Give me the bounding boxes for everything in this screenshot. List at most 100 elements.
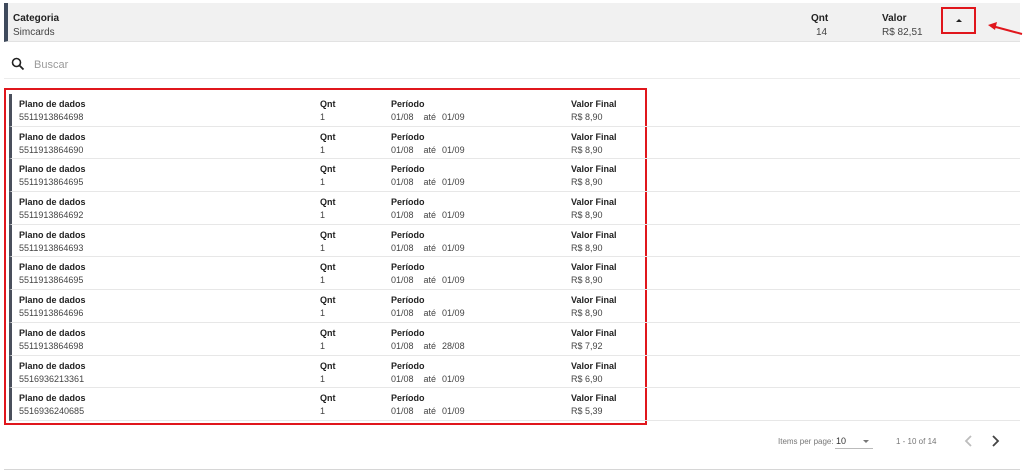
item-period-end: 01/09 [442, 373, 465, 384]
search-input[interactable] [34, 56, 334, 74]
list-item[interactable]: Plano de dados 5511913864690 Qnt 1 Perío… [9, 126, 1020, 160]
item-period-start: 01/08 [391, 275, 414, 286]
item-period-end: 01/09 [442, 275, 465, 286]
paginator: Items per page: 10 1 - 10 of 14 [0, 430, 1024, 454]
item-valor-final-value: R$ 8,90 [571, 275, 603, 286]
item-number: 5511913864692 [19, 210, 84, 221]
item-period-ate: até [423, 210, 437, 221]
search-bar [4, 53, 1020, 79]
chevron-right-icon[interactable] [987, 433, 1003, 449]
item-valor-final-label: Valor Final [571, 164, 617, 175]
item-period-ate: até [423, 144, 437, 155]
item-name: Plano de dados [19, 229, 86, 240]
item-periodo-value: 01/08 até 01/09 [391, 406, 465, 416]
item-period-start: 01/08 [391, 177, 414, 188]
item-period-ate: até [423, 340, 437, 351]
item-valor-final-label: Valor Final [571, 131, 617, 142]
item-number: 5516936240685 [19, 406, 85, 417]
item-valor-final-value: R$ 8,90 [571, 177, 603, 188]
item-periodo-value: 01/08 até 01/09 [391, 112, 465, 122]
list-item[interactable]: Plano de dados 5516936240685 Qnt 1 Perío… [9, 388, 1020, 421]
item-periodo-label: Período [391, 327, 425, 338]
item-periodo-value: 01/08 até 01/09 [391, 210, 465, 220]
items-list: Plano de dados 5511913864698 Qnt 1 Perío… [9, 94, 1020, 421]
item-qnt-value: 1 [320, 242, 326, 253]
item-period-ate: até [423, 242, 437, 253]
item-name: Plano de dados [19, 360, 86, 371]
item-valor-final-label: Valor Final [571, 295, 617, 306]
item-periodo-value: 01/08 até 01/09 [391, 308, 465, 318]
item-qnt-value: 1 [320, 112, 326, 122]
list-item[interactable]: Plano de dados 5516936213361 Qnt 1 Perío… [9, 355, 1020, 389]
item-number: 5516936213361 [19, 373, 85, 384]
page-range-label: 1 - 10 of 14 [896, 437, 937, 446]
item-valor-final-label: Valor Final [571, 99, 617, 109]
list-item[interactable]: Plano de dados 5511913864698 Qnt 1 Perío… [9, 322, 1020, 356]
list-item[interactable]: Plano de dados 5511913864695 Qnt 1 Perío… [9, 159, 1020, 193]
item-periodo-label: Período [391, 360, 425, 371]
item-qnt-label: Qnt [320, 262, 336, 273]
item-periodo-label: Período [391, 131, 425, 142]
item-periodo-label: Período [391, 393, 425, 404]
item-valor-final-label: Valor Final [571, 262, 617, 273]
collapse-button[interactable] [941, 7, 976, 34]
item-period-start: 01/08 [391, 242, 414, 253]
item-period-start: 01/08 [391, 406, 414, 417]
item-qnt-label: Qnt [320, 327, 336, 338]
item-valor-final-value: R$ 8,90 [571, 144, 603, 155]
item-periodo-value: 01/08 até 01/09 [391, 275, 465, 285]
item-valor-final-value: R$ 5,39 [571, 406, 603, 417]
item-qnt-value: 1 [320, 406, 326, 417]
item-qnt-label: Qnt [320, 360, 336, 371]
item-qnt-label: Qnt [320, 393, 336, 404]
item-period-end: 01/09 [442, 144, 465, 155]
item-name: Plano de dados [19, 327, 86, 338]
item-qnt-value: 1 [320, 275, 326, 286]
list-item[interactable]: Plano de dados 5511913864695 Qnt 1 Perío… [9, 257, 1020, 291]
item-number: 5511913864695 [19, 177, 84, 188]
item-valor-final-label: Valor Final [571, 327, 617, 338]
item-periodo-label: Período [391, 262, 425, 273]
item-periodo-label: Período [391, 164, 425, 175]
item-qnt-value: 1 [320, 373, 326, 384]
list-item[interactable]: Plano de dados 5511913864698 Qnt 1 Perío… [9, 94, 1020, 127]
chevron-down-icon [863, 440, 869, 443]
list-item[interactable]: Plano de dados 5511913864693 Qnt 1 Perío… [9, 224, 1020, 258]
item-qnt-label: Qnt [320, 164, 336, 175]
item-period-end: 01/09 [442, 112, 465, 122]
item-period-end: 01/09 [442, 177, 465, 188]
category-label: Categoria [13, 13, 60, 24]
item-valor-final-label: Valor Final [571, 229, 617, 240]
item-name: Plano de dados [19, 99, 86, 109]
item-periodo-value: 01/08 até 01/09 [391, 145, 465, 155]
item-valor-final-value: R$ 8,90 [571, 112, 603, 122]
item-period-start: 01/08 [391, 308, 414, 319]
item-period-ate: até [423, 406, 437, 417]
item-periodo-label: Período [391, 295, 425, 306]
item-period-start: 01/08 [391, 340, 414, 351]
item-periodo-label: Período [391, 197, 425, 208]
search-icon[interactable] [11, 57, 25, 71]
items-per-page-select[interactable]: 10 [835, 433, 873, 449]
item-periodo-label: Período [391, 99, 425, 109]
item-periodo-value: 01/08 até 01/09 [391, 243, 465, 253]
item-period-start: 01/08 [391, 144, 414, 155]
list-item[interactable]: Plano de dados 5511913864696 Qnt 1 Perío… [9, 290, 1020, 323]
list-item[interactable]: Plano de dados 5511913864692 Qnt 1 Perío… [9, 192, 1020, 225]
item-qnt-value: 1 [320, 144, 326, 155]
item-valor-final-value: R$ 8,90 [571, 242, 603, 253]
item-period-end: 01/09 [442, 242, 465, 253]
category-header: Categoria Simcards Qnt 14 Valor R$ 82,51 [4, 3, 1020, 42]
chevron-left-icon[interactable] [961, 433, 977, 449]
item-qnt-value: 1 [320, 340, 326, 351]
item-periodo-label: Período [391, 229, 425, 240]
annotation-arrow-icon [988, 22, 1023, 35]
item-name: Plano de dados [19, 393, 86, 404]
item-periodo-value: 01/08 até 01/09 [391, 374, 465, 384]
item-period-end: 01/09 [442, 210, 465, 221]
item-period-ate: até [423, 177, 437, 188]
item-name: Plano de dados [19, 197, 86, 208]
items-per-page-label: Items per page: [778, 437, 834, 446]
item-periodo-value: 01/08 até 28/08 [391, 341, 465, 351]
item-period-start: 01/08 [391, 210, 414, 221]
